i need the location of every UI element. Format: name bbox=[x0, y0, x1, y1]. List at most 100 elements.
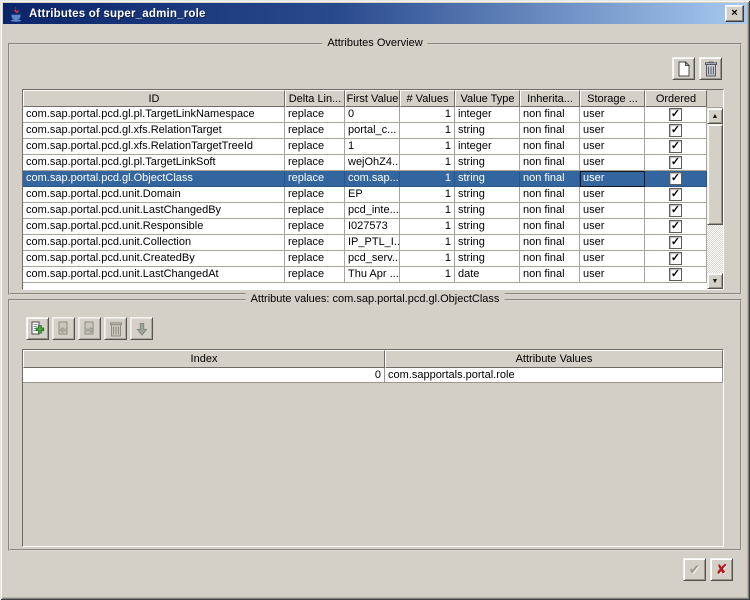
import-value-button[interactable] bbox=[52, 317, 75, 340]
cell-ordered[interactable]: ✓ bbox=[645, 251, 707, 267]
cell-ordered[interactable]: ✓ bbox=[645, 267, 707, 283]
table-row[interactable]: com.sap.portal.pcd.unit.Collectionreplac… bbox=[23, 235, 707, 251]
move-down-button[interactable] bbox=[130, 317, 153, 340]
cell-first-value[interactable]: IP_PTL_I... bbox=[345, 235, 400, 251]
column-header-first-value[interactable]: First Value bbox=[345, 90, 400, 107]
table-row[interactable]: com.sap.portal.pcd.unit.LastChangedByrep… bbox=[23, 203, 707, 219]
cell-inheritance[interactable]: non final bbox=[520, 235, 580, 251]
cell-storage[interactable]: user bbox=[580, 123, 645, 139]
cell-first-value[interactable]: Thu Apr ... bbox=[345, 267, 400, 283]
table-row[interactable]: com.sap.portal.pcd.gl.xfs.RelationTarget… bbox=[23, 123, 707, 139]
cell-id[interactable]: com.sap.portal.pcd.gl.xfs.RelationTarget… bbox=[23, 139, 285, 155]
ordered-checkbox[interactable]: ✓ bbox=[669, 268, 682, 281]
ordered-checkbox[interactable]: ✓ bbox=[669, 252, 682, 265]
cell-num-values[interactable]: 1 bbox=[400, 219, 455, 235]
cell-ordered[interactable]: ✓ bbox=[645, 139, 707, 155]
cell-num-values[interactable]: 1 bbox=[400, 107, 455, 123]
cell-id[interactable]: com.sap.portal.pcd.gl.ObjectClass bbox=[23, 171, 285, 187]
table-row[interactable]: com.sap.portal.pcd.unit.CreatedByreplace… bbox=[23, 251, 707, 267]
vertical-scrollbar[interactable]: ▲ ▼ bbox=[707, 90, 723, 289]
cell-index[interactable]: 0 bbox=[23, 368, 385, 383]
cell-storage[interactable]: user bbox=[580, 203, 645, 219]
column-header-index[interactable]: Index bbox=[23, 350, 385, 368]
cell-ordered[interactable]: ✓ bbox=[645, 107, 707, 123]
cell-delta-link[interactable]: replace bbox=[285, 171, 345, 187]
cell-value-type[interactable]: string bbox=[455, 187, 520, 203]
cell-value-type[interactable]: string bbox=[455, 251, 520, 267]
cell-storage[interactable]: user bbox=[580, 187, 645, 203]
column-header-num-values[interactable]: # Values bbox=[400, 90, 455, 107]
cell-storage[interactable]: user bbox=[580, 251, 645, 267]
cell-ordered[interactable]: ✓ bbox=[645, 203, 707, 219]
cell-id[interactable]: com.sap.portal.pcd.unit.Collection bbox=[23, 235, 285, 251]
cell-inheritance[interactable]: non final bbox=[520, 267, 580, 283]
cell-value-type[interactable]: date bbox=[455, 267, 520, 283]
delete-attribute-button[interactable] bbox=[699, 57, 722, 80]
cell-first-value[interactable]: EP bbox=[345, 187, 400, 203]
table-row[interactable]: com.sap.portal.pcd.unit.Responsiblerepla… bbox=[23, 219, 707, 235]
table-row[interactable]: com.sap.portal.pcd.unit.DomainreplaceEP1… bbox=[23, 187, 707, 203]
ordered-checkbox[interactable]: ✓ bbox=[669, 204, 682, 217]
cell-ordered[interactable]: ✓ bbox=[645, 123, 707, 139]
cell-value-type[interactable]: string bbox=[455, 123, 520, 139]
cell-id[interactable]: com.sap.portal.pcd.unit.CreatedBy bbox=[23, 251, 285, 267]
ordered-checkbox[interactable]: ✓ bbox=[669, 172, 682, 185]
cell-inheritance[interactable]: non final bbox=[520, 187, 580, 203]
new-attribute-button[interactable] bbox=[672, 57, 695, 80]
ordered-checkbox[interactable]: ✓ bbox=[669, 140, 682, 153]
cell-inheritance[interactable]: non final bbox=[520, 155, 580, 171]
cell-first-value[interactable]: pcd_inte... bbox=[345, 203, 400, 219]
cell-num-values[interactable]: 1 bbox=[400, 171, 455, 187]
column-header-id[interactable]: ID bbox=[23, 90, 285, 107]
cell-first-value[interactable]: 0 bbox=[345, 107, 400, 123]
column-header-inheritance[interactable]: Inherita... bbox=[520, 90, 580, 107]
scroll-down-button[interactable]: ▼ bbox=[707, 273, 723, 289]
table-row[interactable]: com.sap.portal.pcd.unit.LastChangedAtrep… bbox=[23, 267, 707, 283]
cell-ordered[interactable]: ✓ bbox=[645, 187, 707, 203]
cell-storage[interactable]: user bbox=[580, 235, 645, 251]
cell-delta-link[interactable]: replace bbox=[285, 123, 345, 139]
delete-value-button[interactable] bbox=[104, 317, 127, 340]
ok-button[interactable]: ✔ bbox=[683, 558, 706, 581]
cell-id[interactable]: com.sap.portal.pcd.unit.LastChangedAt bbox=[23, 267, 285, 283]
cell-storage[interactable]: user bbox=[580, 267, 645, 283]
cell-first-value[interactable]: I027573 bbox=[345, 219, 400, 235]
cell-storage[interactable]: user bbox=[580, 171, 645, 187]
cell-delta-link[interactable]: replace bbox=[285, 139, 345, 155]
column-header-delta-link[interactable]: Delta Lin... bbox=[285, 90, 345, 107]
ordered-checkbox[interactable]: ✓ bbox=[669, 236, 682, 249]
cell-num-values[interactable]: 1 bbox=[400, 235, 455, 251]
cell-value-type[interactable]: integer bbox=[455, 107, 520, 123]
cell-value-type[interactable]: string bbox=[455, 219, 520, 235]
cell-value-type[interactable]: string bbox=[455, 203, 520, 219]
cell-value-type[interactable]: string bbox=[455, 235, 520, 251]
ordered-checkbox[interactable]: ✓ bbox=[669, 188, 682, 201]
cell-inheritance[interactable]: non final bbox=[520, 219, 580, 235]
cell-num-values[interactable]: 1 bbox=[400, 251, 455, 267]
cell-first-value[interactable]: portal_c... bbox=[345, 123, 400, 139]
cell-inheritance[interactable]: non final bbox=[520, 251, 580, 267]
cell-value-type[interactable]: string bbox=[455, 171, 520, 187]
column-header-attribute-values[interactable]: Attribute Values bbox=[385, 350, 723, 368]
add-value-button[interactable] bbox=[26, 317, 49, 340]
cell-id[interactable]: com.sap.portal.pcd.gl.pl.TargetLinkNames… bbox=[23, 107, 285, 123]
table-row[interactable]: com.sap.portal.pcd.gl.xfs.RelationTarget… bbox=[23, 139, 707, 155]
title-bar[interactable]: Attributes of super_admin_role × bbox=[3, 3, 747, 24]
cell-num-values[interactable]: 1 bbox=[400, 123, 455, 139]
cell-delta-link[interactable]: replace bbox=[285, 155, 345, 171]
cell-storage[interactable]: user bbox=[580, 155, 645, 171]
table-row[interactable]: com.sap.portal.pcd.gl.pl.TargetLinkNames… bbox=[23, 107, 707, 123]
cell-delta-link[interactable]: replace bbox=[285, 251, 345, 267]
cell-attribute-value[interactable]: com.sapportals.portal.role bbox=[385, 368, 723, 383]
cell-num-values[interactable]: 1 bbox=[400, 155, 455, 171]
cell-first-value[interactable]: com.sap... bbox=[345, 171, 400, 187]
cell-ordered[interactable]: ✓ bbox=[645, 219, 707, 235]
cell-num-values[interactable]: 1 bbox=[400, 203, 455, 219]
ordered-checkbox[interactable]: ✓ bbox=[669, 108, 682, 121]
cell-num-values[interactable]: 1 bbox=[400, 267, 455, 283]
cell-delta-link[interactable]: replace bbox=[285, 107, 345, 123]
table-row[interactable]: com.sap.portal.pcd.gl.pl.TargetLinkSoftr… bbox=[23, 155, 707, 171]
cell-first-value[interactable]: wejOhZ4... bbox=[345, 155, 400, 171]
export-value-button[interactable] bbox=[78, 317, 101, 340]
cancel-button[interactable]: ✘ bbox=[710, 558, 733, 581]
